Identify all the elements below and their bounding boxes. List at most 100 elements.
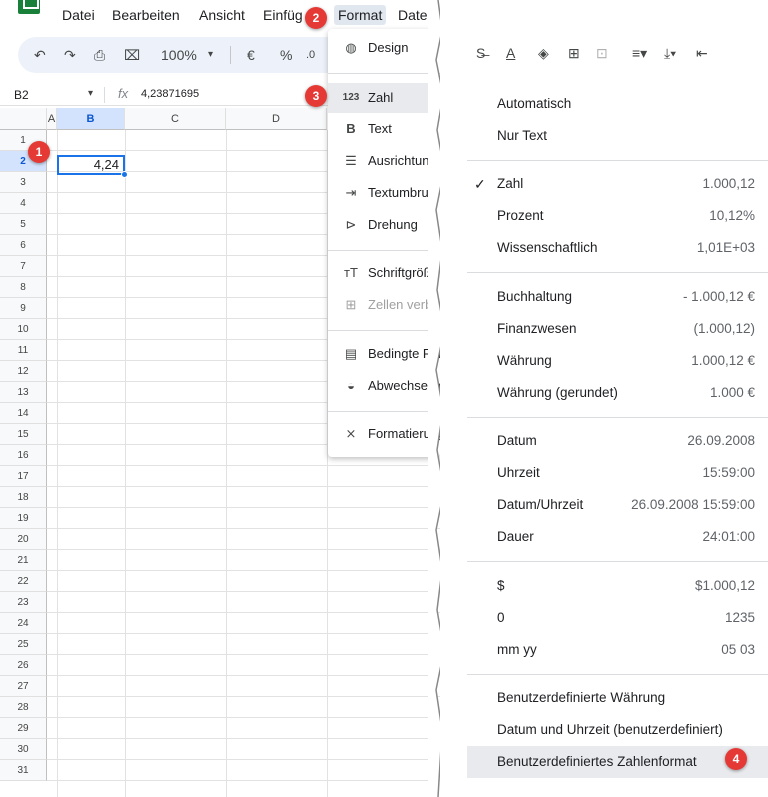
format-custom-datetime[interactable]: Datum und Uhrzeit (benutzerdefiniert) [467,714,768,746]
row-header[interactable]: 13 [0,382,47,403]
format-currency-rounded[interactable]: Währung (gerundet) 1.000 € [467,377,768,409]
format-mm-yy[interactable]: mm yy 05 03 [467,634,768,666]
active-cell-b2[interactable]: 4,24 [57,155,125,175]
row-header[interactable]: 30 [0,739,47,760]
format-menu-zellen-verbinden: ⊞Zellen verbinden [328,290,440,320]
format-duration[interactable]: Dauer 24:01:00 [467,521,768,553]
menu-divider [328,73,440,74]
fill-color-icon[interactable]: ◈ [538,45,549,62]
format-date[interactable]: Datum 26.09.2008 [467,425,768,457]
zoom-select[interactable]: 100% [161,45,197,65]
format-zero[interactable]: 0 1235 [467,602,768,634]
format-currency[interactable]: Währung 1.000,12 € [467,345,768,377]
row-header[interactable]: 10 [0,319,47,340]
format-menu-zahl[interactable]: 123 Zahl [328,83,440,113]
format-menu-drehung[interactable]: ⊳ Drehung [328,210,440,240]
row-header[interactable]: 12 [0,361,47,382]
format-datetime[interactable]: Datum/Uhrzeit 26.09.2008 15:59:00 [467,489,768,521]
format-plain-text[interactable]: Nur Text [467,120,768,152]
format-menu-formatierung-loeschen[interactable]: ⨯Formatierung löschen [328,419,440,449]
column-header-c[interactable]: C [125,108,226,130]
row-header[interactable]: 22 [0,571,47,592]
format-custom-number[interactable]: Benutzerdefiniertes Zahlenformat [467,746,768,778]
menu-datei[interactable]: Datei [62,7,95,23]
format-time[interactable]: Uhrzeit 15:59:00 [467,457,768,489]
row-header[interactable]: 31 [0,760,47,781]
select-all-corner[interactable] [0,108,47,130]
row-header[interactable]: 25 [0,634,47,655]
row-header[interactable]: 24 [0,613,47,634]
format-menu-schriftgroesse[interactable]: ᴛT Schriftgröße [328,258,440,288]
fill-handle[interactable] [121,171,128,178]
merge-icon[interactable]: ⊡ [596,45,608,62]
align-vertical-icon[interactable]: ⤓▾ [664,45,676,62]
row-header[interactable]: 14 [0,403,47,424]
row-header[interactable]: 27 [0,676,47,697]
row-header[interactable]: 9 [0,298,47,319]
menu-ansicht[interactable]: Ansicht [199,7,245,23]
align-horizontal-icon[interactable]: ≡▾ [632,45,647,62]
chevron-down-icon[interactable]: ▾ [88,88,93,99]
row-header[interactable]: 3 [0,172,47,193]
row-header[interactable]: 7 [0,256,47,277]
format-dollar[interactable]: $ $1.000,12 [467,570,768,602]
column-header-d[interactable]: D [226,108,327,130]
format-automatic[interactable]: Automatisch [467,88,768,120]
format-menu-design[interactable]: ◍ Design [328,33,440,63]
grid-line [47,465,440,466]
text-color-icon[interactable]: A [506,45,515,61]
format-number[interactable]: ✓ Zahl 1.000,12 [467,168,768,200]
menu-format[interactable]: Format [334,5,387,25]
row-header[interactable]: 26 [0,655,47,676]
format-menu-ausrichtung[interactable]: ☰ Ausrichtung [328,146,440,176]
text-wrap-icon[interactable]: ⇤ [696,45,708,62]
row-header[interactable]: 15 [0,424,47,445]
format-menu-bedingte-formatierung[interactable]: ▤Bedingte Formatierung [328,339,440,369]
column-header-b[interactable]: B [57,108,125,130]
format-scientific[interactable]: Wissenschaftlich 1,01E+03 [467,232,768,264]
undo-icon[interactable]: ↶ [34,45,46,65]
sheets-logo-icon[interactable] [18,0,40,14]
format-menu-abwechselnde-farben[interactable]: ◒Abwechselnde Farben [328,371,440,401]
decrease-decimal-button[interactable]: .0 [306,45,315,65]
row-header[interactable]: 4 [0,193,47,214]
row-header[interactable]: 21 [0,550,47,571]
format-percent[interactable]: Prozent 10,12% [467,200,768,232]
fx-icon: fx [118,86,129,101]
menu-divider [467,561,768,562]
redo-icon[interactable]: ↷ [64,45,76,65]
row-header[interactable]: 28 [0,697,47,718]
row-header[interactable]: 23 [0,592,47,613]
column-header-a[interactable]: A [47,108,57,130]
row-header[interactable]: 19 [0,508,47,529]
row-header[interactable]: 20 [0,529,47,550]
row-header[interactable]: 6 [0,235,47,256]
name-box[interactable]: B2 [14,88,29,102]
menu-bearbeiten[interactable]: Bearbeiten [112,7,180,23]
row-header[interactable]: 5 [0,214,47,235]
step-badge-1: 1 [28,141,50,163]
row-header[interactable]: 18 [0,487,47,508]
format-menu-textumbruch[interactable]: ⇥ Textumbruch [328,178,440,208]
format-custom-currency[interactable]: Benutzerdefinierte Währung [467,682,768,714]
borders-icon[interactable]: ⊞ [568,45,580,62]
format-financial[interactable]: Finanzwesen (1.000,12) [467,313,768,345]
currency-format-button[interactable]: € [247,45,255,65]
row-header[interactable]: 8 [0,277,47,298]
format-accounting[interactable]: Buchhaltung - 1.000,12 € [467,281,768,313]
chevron-down-icon[interactable]: ▾ [208,45,213,65]
format-menu-text[interactable]: B Text [328,114,440,144]
print-icon[interactable]: ⎙ [94,45,105,65]
row-header[interactable]: 16 [0,445,47,466]
row-header[interactable]: 11 [0,340,47,361]
formula-input[interactable]: 4,23871695 [141,88,199,100]
menu-einfuegen[interactable]: Einfüg [263,7,303,23]
strikethrough-icon[interactable]: S̶ [476,45,485,61]
divider [104,87,105,103]
grid-line [47,549,440,550]
percent-format-button[interactable]: % [280,45,292,65]
menu-divider [467,674,768,675]
row-header[interactable]: 17 [0,466,47,487]
row-header[interactable]: 29 [0,718,47,739]
paint-format-icon[interactable]: ⌧ [124,45,140,65]
